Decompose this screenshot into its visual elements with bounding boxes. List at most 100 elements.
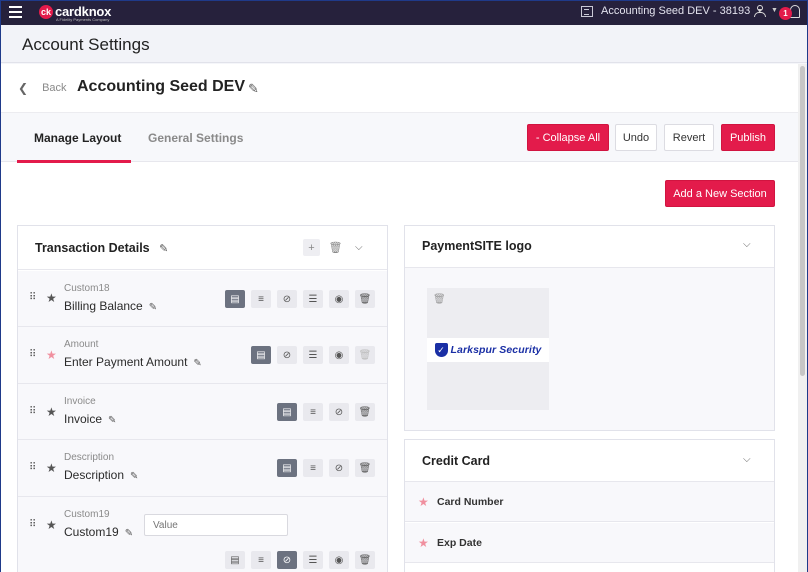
account-name: Accounting Seed DEV - 38193 (601, 5, 751, 17)
page-title: Account Settings (22, 35, 150, 54)
list-icon[interactable]: ☰ (303, 346, 323, 364)
menu-icon[interactable] (9, 6, 22, 18)
chevron-down-icon[interactable]: ⌵ (743, 239, 751, 250)
account-switcher[interactable]: Accounting Seed DEV - 38193 ▼ (581, 5, 763, 17)
lines-icon[interactable]: ≡ (303, 459, 323, 477)
lines-icon[interactable]: ≡ (303, 403, 323, 421)
tab-manage-layout[interactable]: Manage Layout (34, 131, 121, 145)
hide-icon[interactable]: ⊘ (277, 290, 297, 308)
star-icon[interactable]: ★ (46, 291, 57, 305)
card-view-icon[interactable]: ▤ (277, 459, 297, 477)
edit-pencil-icon[interactable]: ✎ (193, 358, 201, 369)
card-view-icon[interactable]: ▤ (277, 403, 297, 421)
star-icon[interactable]: ★ (46, 461, 57, 475)
field-meta: Description (64, 452, 115, 463)
card-title: Credit Card (422, 454, 491, 468)
back-label: Back (42, 82, 67, 94)
trash-icon[interactable]: 🗑 (327, 239, 344, 256)
edit-pencil-icon[interactable]: ✎ (248, 81, 259, 97)
drag-handle-icon[interactable]: ⠿ (29, 349, 36, 360)
publish-button[interactable]: Publish (721, 124, 775, 151)
target-icon[interactable]: ◉ (329, 290, 349, 308)
star-icon[interactable]: ★ (46, 518, 57, 532)
required-star-icon: ★ (418, 536, 429, 550)
card-header: Transaction Details ✎ + 🗑 ⌵ (18, 226, 387, 270)
hide-icon[interactable]: ⊘ (277, 346, 297, 364)
tab-general-settings[interactable]: General Settings (148, 131, 243, 145)
transaction-details-card: Transaction Details ✎ + 🗑 ⌵ ⠿ ★ Custom18… (17, 225, 388, 572)
trash-icon[interactable]: 🗑 (433, 294, 446, 305)
default-value-input[interactable] (144, 514, 288, 536)
chevron-down-icon[interactable]: ⌵ (355, 242, 363, 253)
drag-handle-icon[interactable]: ⠿ (29, 292, 36, 303)
paymentsite-logo-card: PaymentSITE logo ⌵ 🗑 ✓ Larkspur Security (404, 225, 775, 431)
undo-button[interactable]: Undo (615, 124, 657, 151)
field-row: ⠿ ★ Invoice Invoice ✎ ▤ ≡ ⊘ 🗑 (18, 384, 387, 440)
field-label-text: Custom19 (64, 525, 119, 539)
field-row: ⠿ ★ Custom18 Billing Balance ✎ ▤ ≡ ⊘ ☰ ◉ … (18, 271, 387, 327)
hide-icon[interactable]: ⊘ (329, 459, 349, 477)
chevron-down-icon[interactable]: ⌵ (743, 454, 751, 465)
scrollbar[interactable] (798, 64, 807, 572)
building-icon (581, 5, 593, 17)
drag-handle-icon[interactable]: ⠿ (29, 519, 36, 530)
required-star-icon[interactable]: ★ (46, 348, 57, 362)
edit-pencil-icon[interactable]: ✎ (108, 415, 116, 426)
card-title: Transaction Details ✎ (35, 241, 168, 255)
edit-pencil-icon[interactable]: ✎ (149, 302, 157, 313)
drag-handle-icon[interactable]: ⠿ (29, 462, 36, 473)
top-bar: ck cardknox A Fidelity Payments Company … (1, 1, 807, 25)
collapse-all-button[interactable]: - Collapse All (527, 124, 609, 151)
lines-icon[interactable]: ≡ (251, 290, 271, 308)
star-icon[interactable]: ★ (46, 405, 57, 419)
edit-pencil-icon[interactable]: ✎ (125, 528, 133, 539)
card-header: Credit Card ⌵ (405, 440, 774, 482)
target-icon[interactable]: ◉ (329, 346, 349, 364)
cardknox-logo-icon: ck (39, 4, 53, 19)
trash-icon[interactable]: 🗑 (355, 459, 375, 477)
edit-pencil-icon[interactable]: ✎ (159, 242, 168, 255)
field-row: ⠿ ★ Custom19 Custom19 ✎ ▤ ≡ ⊘ ☰ ◉ 🗑 (18, 497, 387, 572)
field-label: Enter Payment Amount ✎ (64, 355, 202, 369)
page-header: Account Settings (1, 25, 807, 63)
notification-badge[interactable]: 1 (779, 7, 792, 20)
field-meta: Amount (64, 339, 99, 350)
back-link[interactable]: ❮ Back (18, 81, 67, 95)
trash-icon[interactable]: 🗑 (355, 290, 375, 308)
edit-pencil-icon[interactable]: ✎ (130, 471, 138, 482)
field-meta: Invoice (64, 396, 96, 407)
user-icon[interactable] (754, 5, 767, 18)
card-header: PaymentSITE logo ⌵ (405, 226, 774, 268)
add-section-button[interactable]: Add a New Section (665, 180, 775, 207)
hide-icon[interactable]: ⊘ (277, 551, 297, 569)
field-label: Exp Date (437, 537, 482, 549)
field-label-text: Enter Payment Amount (64, 355, 188, 369)
brand-subtitle: A Fidelity Payments Company (56, 17, 110, 22)
card-view-icon[interactable]: ▤ (225, 290, 245, 308)
field-label: Card Number (437, 496, 504, 508)
logo-image: ✓ Larkspur Security (427, 338, 549, 362)
scrollbar-thumb[interactable] (800, 66, 805, 376)
card-view-icon[interactable]: ▤ (225, 551, 245, 569)
trash-icon[interactable]: 🗑 (355, 551, 375, 569)
revert-button[interactable]: Revert (664, 124, 714, 151)
hide-icon[interactable]: ⊘ (329, 403, 349, 421)
field-meta: Custom18 (64, 283, 110, 294)
drag-handle-icon[interactable]: ⠿ (29, 406, 36, 417)
target-icon[interactable]: ◉ (329, 551, 349, 569)
field-label: Custom19 ✎ (64, 525, 133, 539)
add-icon[interactable]: + (303, 239, 320, 256)
chevron-down-icon[interactable]: ▼ (771, 7, 778, 14)
field-row[interactable]: ★ Card Number (405, 482, 774, 522)
field-label: Description ✎ (64, 468, 138, 482)
site-title: Accounting Seed DEV (77, 78, 246, 95)
chevron-left-icon: ❮ (18, 81, 29, 95)
lines-icon[interactable]: ≡ (251, 551, 271, 569)
card-view-icon[interactable]: ▤ (251, 346, 271, 364)
logo-text: Larkspur Security (450, 344, 542, 356)
trash-icon[interactable]: 🗑 (355, 403, 375, 421)
field-row[interactable]: ★ Exp Date (405, 523, 774, 563)
list-icon[interactable]: ☰ (303, 551, 323, 569)
list-icon[interactable]: ☰ (303, 290, 323, 308)
brand-logo[interactable]: ck cardknox A Fidelity Payments Company (39, 4, 111, 22)
